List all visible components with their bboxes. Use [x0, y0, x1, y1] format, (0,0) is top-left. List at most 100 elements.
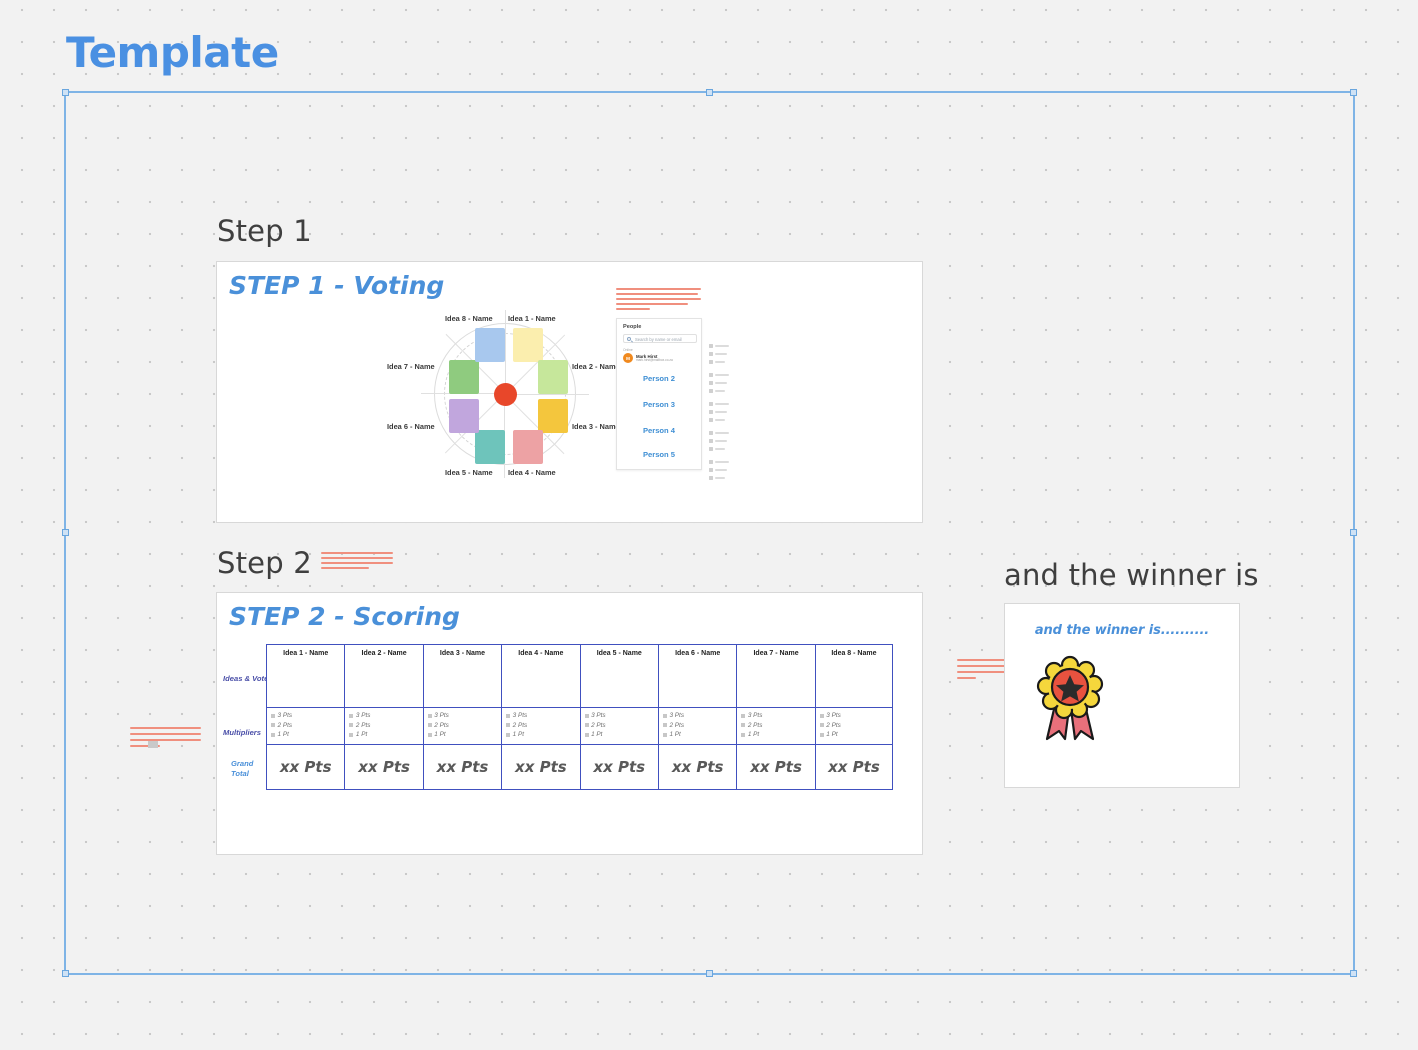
people-list-item[interactable]: Person 3 [617, 400, 701, 409]
grand-total-cell[interactable]: xx Pts [344, 745, 423, 790]
multipliers-cell[interactable]: 3 Pts 2 Pts 1 Pt [579, 708, 658, 745]
multiplier-row[interactable]: 2 Pts [427, 722, 501, 729]
grand-total-cell[interactable]: xx Pts [814, 745, 894, 790]
checkbox-list-item[interactable] [709, 429, 729, 437]
people-list-item[interactable]: Person 5 [617, 450, 701, 459]
multiplier-row[interactable]: 1 Pt [662, 731, 736, 738]
people-list-item[interactable]: Person 4 [617, 426, 701, 435]
checkbox-icon[interactable] [709, 410, 713, 414]
idea-tile-4[interactable] [513, 430, 543, 464]
checkbox-icon[interactable] [709, 402, 713, 406]
ideas-votes-cell[interactable]: Idea 5 - Name [579, 644, 658, 708]
checkbox-icon[interactable] [709, 389, 713, 393]
resize-handle-bottom-middle[interactable] [705, 970, 713, 977]
resize-handle-top-left[interactable] [62, 89, 69, 96]
resize-handle-top-middle[interactable] [705, 89, 713, 96]
multiplier-row[interactable]: 3 Pts [584, 712, 658, 719]
checkbox-list-item[interactable] [709, 379, 729, 387]
multiplier-row[interactable]: 1 Pt [271, 731, 344, 738]
idea-tile-7[interactable] [449, 360, 479, 394]
grand-total-cell[interactable]: xx Pts [657, 745, 737, 790]
checkbox-list-item[interactable] [709, 358, 729, 366]
people-panel[interactable]: People Search by name or email Online M … [616, 318, 702, 470]
multiplier-row[interactable]: 1 Pt [506, 731, 579, 738]
multiplier-row[interactable]: 3 Pts [741, 712, 814, 719]
people-list-item-first[interactable]: M Mark Hirst mark.hirst@mailbox.co.za [623, 353, 673, 363]
checkbox-icon[interactable] [709, 460, 713, 464]
checkbox-icon[interactable] [709, 360, 713, 364]
winner-card[interactable]: and the winner is.......... [1004, 603, 1240, 788]
multiplier-row[interactable]: 2 Pts [819, 722, 892, 729]
ideas-votes-cell[interactable]: Idea 1 - Name [266, 644, 345, 708]
checkbox-icon[interactable] [709, 447, 713, 451]
checkbox-list-item[interactable] [709, 458, 729, 466]
checkbox-list-item[interactable] [709, 408, 729, 416]
resize-handle-middle-right[interactable] [1350, 529, 1357, 536]
checkbox-list-item[interactable] [709, 371, 729, 379]
checkbox-icon[interactable] [709, 439, 713, 443]
checkbox-list-item[interactable] [709, 342, 729, 350]
idea-tile-2[interactable] [538, 360, 568, 394]
checkbox-icon[interactable] [709, 381, 713, 385]
ideas-votes-cell[interactable]: Idea 6 - Name [657, 644, 737, 708]
step-2-card[interactable]: STEP 2 - Scoring Ideas & Votes Multiplie… [216, 592, 923, 855]
multiplier-row[interactable]: 3 Pts [271, 712, 344, 719]
checkbox-list-item[interactable] [709, 437, 729, 445]
multiplier-row[interactable]: 2 Pts [349, 722, 422, 729]
checkbox-icon[interactable] [709, 352, 713, 356]
multiplier-row[interactable]: 3 Pts [819, 712, 892, 719]
checkbox-icon[interactable] [709, 468, 713, 472]
multiplier-row[interactable]: 2 Pts [662, 722, 736, 729]
checkbox-list-item[interactable] [709, 474, 729, 482]
resize-handle-bottom-right[interactable] [1350, 970, 1357, 977]
grand-total-cell[interactable]: xx Pts [579, 745, 658, 790]
grand-total-cell[interactable]: xx Pts [736, 745, 815, 790]
multiplier-row[interactable]: 3 Pts [427, 712, 501, 719]
checkbox-icon[interactable] [709, 418, 713, 422]
grand-total-cell[interactable]: xx Pts [266, 745, 345, 790]
ideas-votes-cell[interactable]: Idea 3 - Name [422, 644, 502, 708]
checkbox-list-item[interactable] [709, 400, 729, 408]
multipliers-cell[interactable]: 3 Pts 2 Pts 1 Pt [657, 708, 737, 745]
multiplier-row[interactable]: 2 Pts [506, 722, 579, 729]
step-1-card[interactable]: STEP 1 - Voting Idea 1 - Name Idea 2 - N [216, 261, 1033, 679]
idea-tile-5[interactable] [475, 430, 505, 464]
ideas-votes-cell[interactable]: Idea 4 - Name [501, 644, 580, 708]
idea-tile-3[interactable] [538, 399, 568, 433]
multiplier-row[interactable]: 1 Pt [819, 731, 892, 738]
checkbox-list-item[interactable] [709, 445, 729, 453]
idea-tile-1[interactable] [513, 328, 543, 362]
checkbox-list-item[interactable] [709, 466, 729, 474]
multiplier-row[interactable]: 1 Pt [349, 731, 422, 738]
checkbox-list-item[interactable] [709, 387, 729, 395]
multiplier-row[interactable]: 2 Pts [584, 722, 658, 729]
grand-total-cell[interactable]: xx Pts [422, 745, 502, 790]
multiplier-row[interactable]: 1 Pt [741, 731, 814, 738]
resize-handle-top-right[interactable] [1350, 89, 1357, 96]
ideas-votes-cell[interactable]: Idea 8 - Name [814, 644, 894, 708]
multipliers-cell[interactable]: 3 Pts 2 Pts 1 Pt [266, 708, 345, 745]
checkbox-icon[interactable] [709, 373, 713, 377]
multiplier-row[interactable]: 1 Pt [584, 731, 658, 738]
checkbox-icon[interactable] [709, 431, 713, 435]
resize-handle-middle-left[interactable] [62, 529, 69, 536]
idea-tile-8[interactable] [475, 328, 505, 362]
idea-tile-6[interactable] [449, 399, 479, 433]
people-list-item[interactable]: Person 2 [617, 374, 701, 383]
multiplier-row[interactable]: 1 Pt [427, 731, 501, 738]
multiplier-row[interactable]: 3 Pts [662, 712, 736, 719]
multipliers-cell[interactable]: 3 Pts 2 Pts 1 Pt [501, 708, 580, 745]
checkbox-icon[interactable] [709, 476, 713, 480]
multiplier-row[interactable]: 3 Pts [349, 712, 422, 719]
resize-handle-bottom-left[interactable] [62, 970, 69, 977]
multiplier-row[interactable]: 2 Pts [271, 722, 344, 729]
ideas-votes-cell[interactable]: Idea 2 - Name [344, 644, 423, 708]
ideas-votes-cell[interactable]: Idea 7 - Name [736, 644, 815, 708]
multipliers-cell[interactable]: 3 Pts 2 Pts 1 Pt [814, 708, 894, 745]
checkbox-icon[interactable] [709, 344, 713, 348]
multipliers-cell[interactable]: 3 Pts 2 Pts 1 Pt [344, 708, 423, 745]
multiplier-row[interactable]: 3 Pts [506, 712, 579, 719]
checkbox-list-item[interactable] [709, 416, 729, 424]
grand-total-cell[interactable]: xx Pts [501, 745, 580, 790]
multipliers-cell[interactable]: 3 Pts 2 Pts 1 Pt [736, 708, 815, 745]
